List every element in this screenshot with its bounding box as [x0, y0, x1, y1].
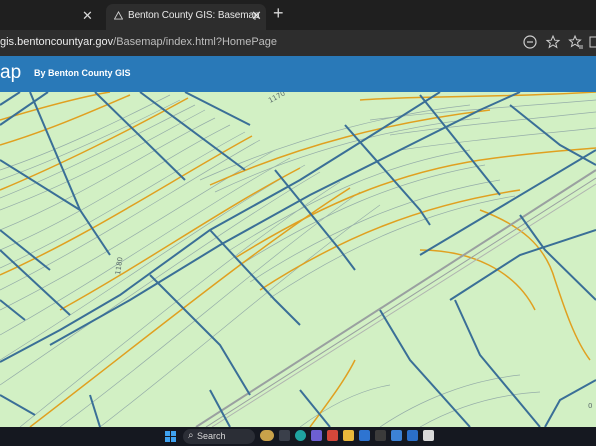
address-bar[interactable]: gis.bentoncountyar.gov/Basemap/index.htm…	[0, 30, 596, 56]
explorer-icon[interactable]	[343, 430, 354, 441]
app-header: ap By Benton County GIS	[0, 56, 596, 92]
map-canvas[interactable]: 1170 1180 0	[0, 92, 596, 427]
task-view-icon[interactable]	[279, 430, 290, 441]
tab-previous[interactable]: ✕	[0, 4, 104, 30]
taskbar-search[interactable]: ⌕ Search	[183, 429, 255, 444]
tab-close-icon[interactable]: ✕	[82, 8, 93, 24]
app-byline: By Benton County GIS	[34, 68, 131, 78]
app-title: ap	[0, 62, 22, 83]
search-label: Search	[197, 431, 226, 441]
office-icon[interactable]	[327, 430, 338, 441]
map-view[interactable]: 1170 1180 0	[0, 92, 596, 427]
tab-active[interactable]: Benton County GIS: Basemap ✕	[106, 4, 266, 30]
minus-circle-icon[interactable]	[522, 34, 538, 50]
url-text[interactable]: gis.bentoncountyar.gov/Basemap/index.htm…	[0, 36, 277, 48]
settings-icon[interactable]	[423, 430, 434, 441]
start-icon[interactable]	[165, 431, 176, 442]
favorites-icon[interactable]	[568, 34, 584, 50]
tab-title: Benton County GIS: Basemap	[128, 10, 260, 21]
new-tab-button[interactable]: +	[273, 4, 284, 22]
store-icon[interactable]	[359, 430, 370, 441]
road-corridor	[195, 169, 596, 427]
warning-icon	[114, 11, 123, 20]
files-icon[interactable]	[375, 430, 386, 441]
search-icon: ⌕	[188, 430, 194, 441]
star-icon[interactable]	[545, 34, 561, 50]
browser-tab-strip: ✕ Benton County GIS: Basemap ✕ +	[0, 0, 596, 30]
widgets-icon[interactable]	[260, 430, 274, 441]
calendar-icon[interactable]	[407, 430, 418, 441]
edge-icon[interactable]	[295, 430, 306, 441]
teams-icon[interactable]	[311, 430, 322, 441]
more-icon[interactable]	[588, 34, 596, 50]
contour-label: 0	[588, 402, 592, 410]
url-host: gis.bentoncountyar.gov	[0, 36, 114, 48]
contour-label: 1170	[267, 92, 286, 105]
tab-close-icon[interactable]: ✕	[251, 8, 262, 24]
minor-contours	[0, 94, 596, 427]
mail-icon[interactable]	[391, 430, 402, 441]
url-path: /Basemap/index.html?HomePage	[113, 36, 278, 48]
